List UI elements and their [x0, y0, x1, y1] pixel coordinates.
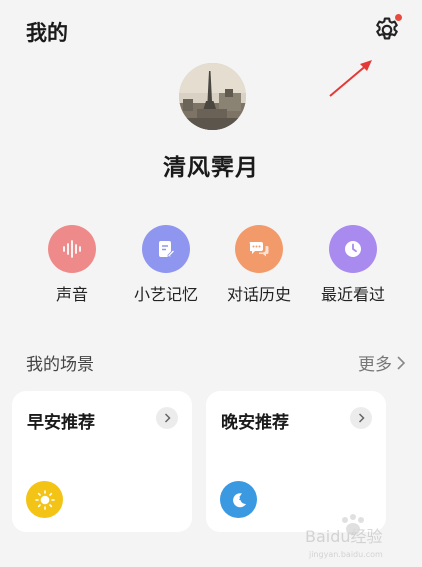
scene-card-title: 早安推荐	[27, 413, 95, 433]
clock-icon	[329, 225, 377, 273]
shortcut-memory[interactable]: 小艺记忆	[121, 225, 211, 305]
shortcut-label: 对话历史	[226, 285, 291, 304]
shortcut-label: 最近看过	[320, 285, 385, 304]
page-title: 我的	[26, 21, 68, 45]
watermark-logo: Baidu经验 jingyan.baidu.com	[305, 514, 383, 559]
sound-wave-icon	[48, 225, 96, 273]
moon-sleep-icon: z	[220, 481, 257, 518]
sun-icon	[26, 481, 63, 518]
settings-button[interactable]	[372, 14, 402, 45]
annotation-arrow	[329, 60, 372, 97]
scene-card-morning[interactable]: 早安推荐	[12, 391, 192, 532]
notification-dot	[395, 14, 402, 21]
svg-text:Baidu经验: Baidu经验	[305, 527, 383, 546]
shortcut-chat-history[interactable]: 对话历史	[214, 225, 304, 305]
svg-text:jingyan.baidu.com: jingyan.baidu.com	[308, 550, 383, 559]
shortcut-label: 小艺记忆	[133, 285, 198, 304]
shortcut-sound[interactable]: 声音	[27, 225, 117, 305]
shortcut-recently-viewed[interactable]: 最近看过	[308, 225, 398, 305]
more-label: 更多	[358, 355, 392, 375]
chevron-right-icon[interactable]	[156, 407, 178, 429]
avatar[interactable]	[179, 63, 246, 130]
chevron-right-icon[interactable]	[350, 407, 372, 429]
chat-bubbles-icon	[235, 225, 283, 273]
scene-card-title: 晚安推荐	[221, 413, 289, 433]
svg-text:z: z	[239, 495, 243, 502]
username: 清风霁月	[163, 155, 259, 181]
shortcut-row: 声音 小艺记忆 对话历史 最近看过	[0, 225, 422, 305]
shortcut-label: 声音	[55, 285, 88, 304]
memo-edit-icon	[142, 225, 190, 273]
scene-card-night[interactable]: 晚安推荐 z	[206, 391, 386, 532]
section-title-scenes: 我的场景	[26, 355, 94, 375]
more-link[interactable]: 更多	[358, 350, 405, 375]
avatar-image	[179, 63, 246, 130]
chevron-right-icon	[397, 355, 405, 370]
